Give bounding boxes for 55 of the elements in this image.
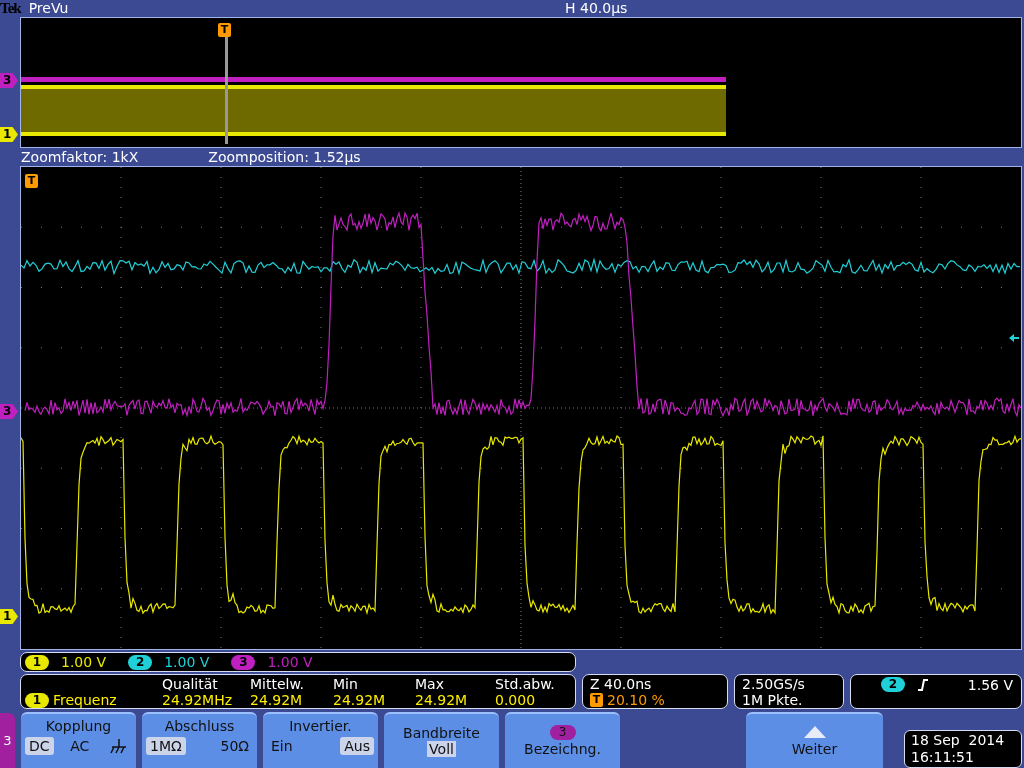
- horizontal-scale: H 40.0µs: [565, 0, 628, 17]
- trigger-level: 1.56 V: [967, 676, 1013, 693]
- ground-icon: [110, 738, 128, 754]
- zoom-factor: Zoomfaktor: 1kX: [21, 148, 139, 166]
- channel-marker: 1: [0, 609, 18, 624]
- trigger-position: 20.10 %: [607, 692, 665, 708]
- measurement-value: 0.000: [495, 692, 537, 708]
- menu-button[interactable]: Bandbreite Voll: [384, 712, 499, 768]
- zoom-timebase: Z 40.0ns: [590, 676, 653, 692]
- option[interactable]: Aus: [340, 737, 374, 755]
- record-length: 1M Pkte.: [742, 692, 804, 708]
- channel-scale: 1.00 V: [164, 654, 210, 670]
- brand-logo: Tek: [0, 0, 21, 17]
- measurement-value: 24.92M: [250, 692, 304, 708]
- mode-label: PreVu: [28, 0, 69, 17]
- option[interactable]: DC: [25, 737, 54, 755]
- date: 18 Sep 2014: [911, 732, 1006, 749]
- trigger-marker: T: [218, 23, 231, 37]
- column-header: Mittelw.: [250, 676, 306, 692]
- channel-scale: 1.00 V: [61, 654, 107, 670]
- channel-marker: 3: [0, 73, 18, 88]
- measurement-value: 24.92M: [333, 692, 387, 708]
- column-header: Std.abw.: [495, 676, 556, 692]
- rising-edge-icon: [917, 678, 929, 691]
- channel-scale: 1.00 V: [267, 654, 313, 670]
- zoom-position: Zoomposition: 1.52µs: [208, 148, 361, 166]
- column-header: Max: [415, 676, 445, 692]
- channel-tab[interactable]: 3: [0, 713, 15, 768]
- menu-button[interactable]: Weiter: [746, 712, 883, 768]
- menu-button[interactable]: 3 Bezeichng.: [505, 712, 620, 768]
- trigger-marker: T: [590, 693, 603, 707]
- channel-badge: 2: [881, 677, 905, 692]
- up-arrow-icon: [803, 725, 826, 738]
- menu-button[interactable]: Kopplung DC AC: [21, 712, 136, 768]
- channel-marker: 3: [0, 404, 18, 419]
- measurement-value: 24.92MHz: [162, 692, 234, 708]
- channel-badge: 1: [25, 692, 49, 708]
- menu-button[interactable]: Abschluss 1MΩ 50Ω: [142, 712, 257, 768]
- measurement-name: Frequenz: [53, 692, 117, 708]
- menu-button[interactable]: Invertier. Ein Aus: [263, 712, 378, 768]
- measurement-value: 24.92M: [415, 692, 469, 708]
- trigger-marker: T: [25, 174, 38, 188]
- option[interactable]: 50Ω: [216, 737, 253, 755]
- option[interactable]: 1MΩ: [146, 737, 186, 755]
- option[interactable]: AC: [66, 737, 94, 755]
- channel-badge: 1: [25, 654, 49, 670]
- sample-rate: 2.50GS/s: [742, 676, 806, 692]
- channel-badge: 2: [128, 654, 153, 670]
- trigger-level-icon: [1009, 334, 1019, 342]
- time: 16:11:51: [911, 749, 975, 766]
- channel-badge: 3: [231, 654, 256, 670]
- column-header: Qualität: [162, 676, 219, 692]
- channel-marker: 1: [0, 127, 18, 142]
- option[interactable]: Ein: [267, 737, 297, 755]
- column-header: Min: [333, 676, 359, 692]
